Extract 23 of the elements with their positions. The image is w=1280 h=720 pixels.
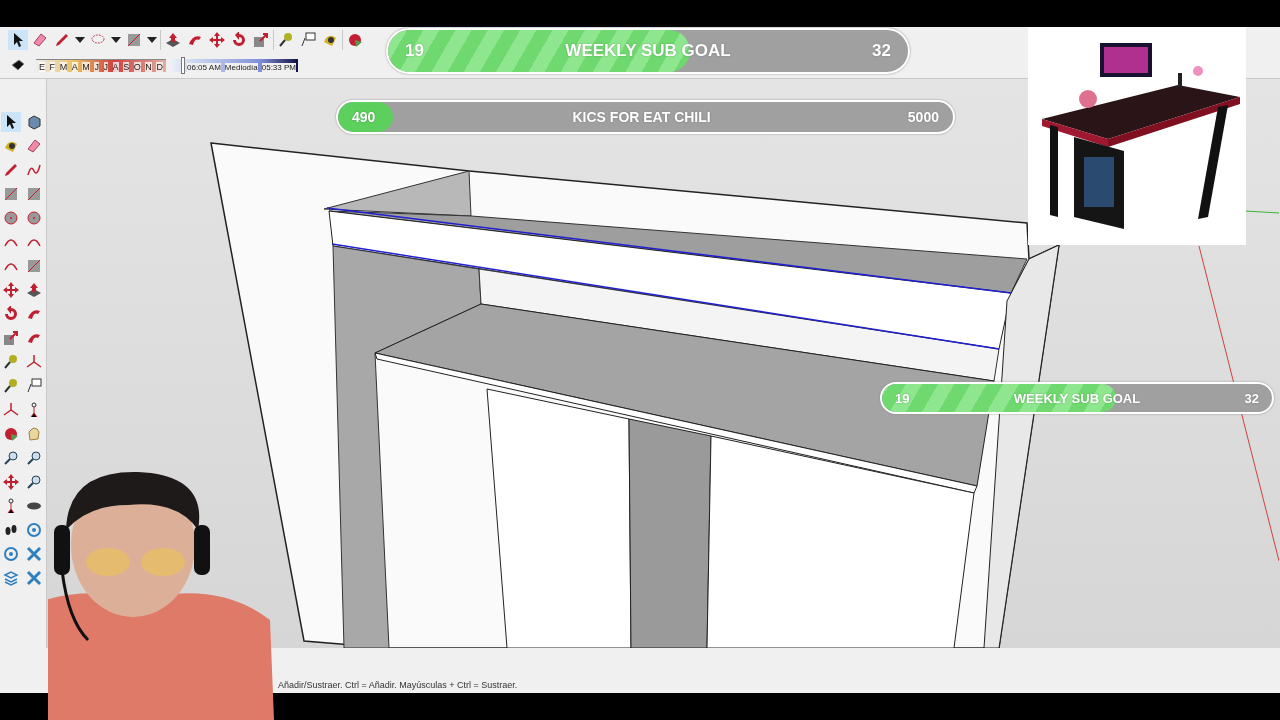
month-tick: S <box>123 61 130 72</box>
time-slider[interactable]: 06:05 AM Mediodía 05:33 PM <box>172 58 298 72</box>
month-tick: A <box>71 61 78 72</box>
month-tick: J <box>103 61 108 72</box>
goal-target-count: 32 <box>872 41 891 61</box>
end-time: 05:33 PM <box>261 62 296 72</box>
goal-target-count: 5000 <box>907 109 939 125</box>
month-tick: O <box>133 61 141 72</box>
start-time: 06:05 AM <box>187 62 221 72</box>
month-tick: D <box>156 61 163 72</box>
goal-current-count: 490 <box>352 109 376 125</box>
month-tick: F <box>49 61 56 72</box>
goal-current-count: 19 <box>895 390 910 406</box>
month-tick: N <box>145 61 152 72</box>
month-tick: E <box>39 61 45 72</box>
month-tick: M <box>59 61 68 72</box>
month-tick: M <box>82 61 90 72</box>
goal-target-count: 32 <box>1244 390 1259 406</box>
midday-label: Mediodía <box>224 62 258 72</box>
status-hint: Añadir/Sustraer. Ctrl = Añadir. Mayúsculas + Ctrl = Sustraer. <box>278 680 518 690</box>
month-tick: J <box>94 61 99 72</box>
goal-current-count: 19 <box>405 41 424 61</box>
goal-title: KICS FOR EAT CHILI <box>572 109 711 125</box>
